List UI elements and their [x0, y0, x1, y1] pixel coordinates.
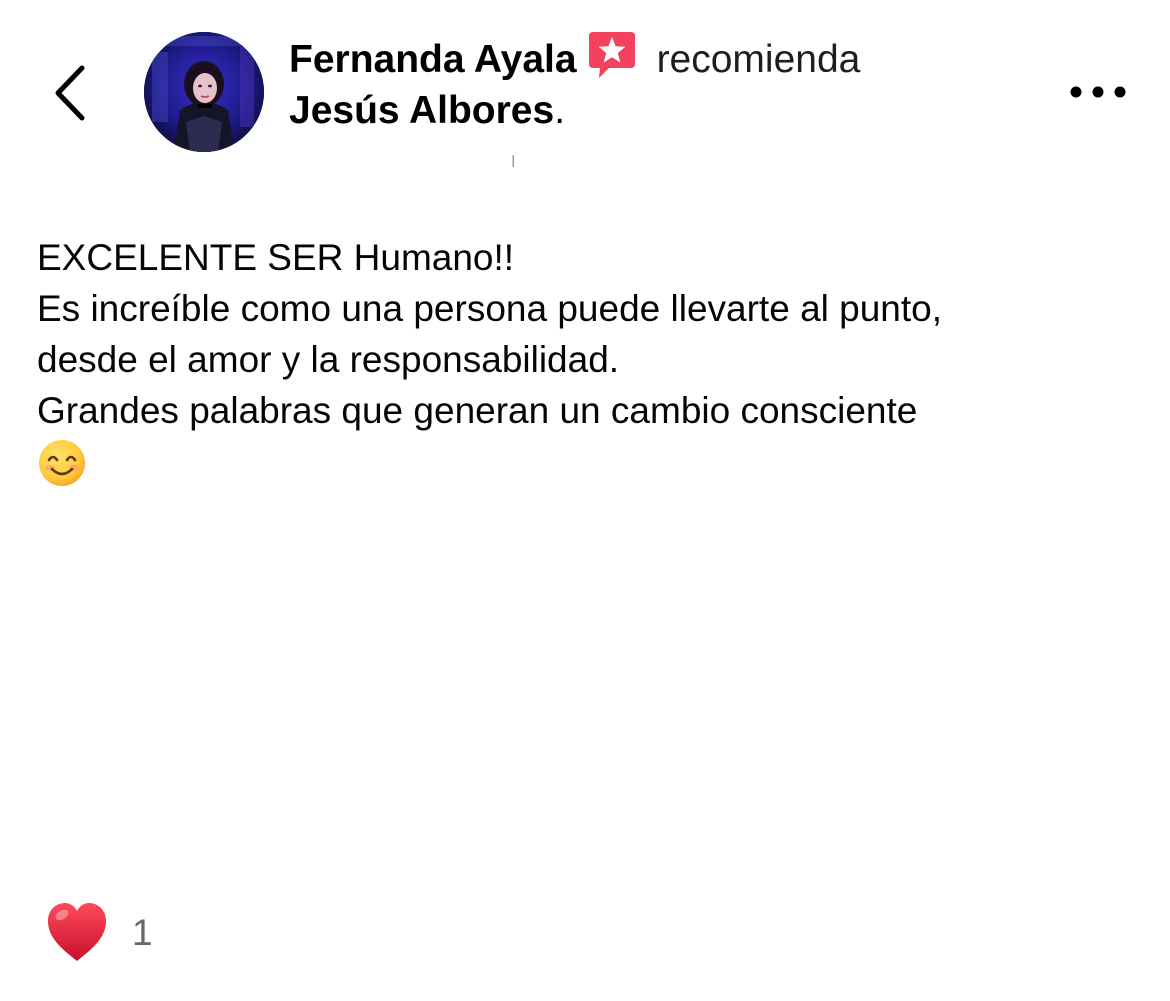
post-text-line: Grandes palabras que generan un cambio c…: [37, 390, 918, 431]
recipient-suffix: .: [554, 89, 566, 132]
divider-mark: [512, 152, 515, 170]
post-text-line: Es increíble como una persona puede llev…: [37, 288, 943, 329]
post-text-line: desde el amor y la responsabilidad.: [37, 339, 620, 380]
avatar[interactable]: [144, 32, 264, 152]
more-options-button[interactable]: [1064, 76, 1134, 108]
chevron-left-icon: [55, 65, 85, 121]
recipient-name[interactable]: Jesús Albores: [289, 89, 554, 132]
author-name[interactable]: Fernanda Ayala: [289, 38, 577, 81]
heart-reaction-icon[interactable]: [44, 899, 110, 965]
back-button[interactable]: [46, 58, 98, 128]
recommendation-header: Fernanda Ayala recomienda: [289, 30, 860, 83]
smiling-face-emoji-icon: [39, 440, 85, 486]
recommendation-target: Jesús Albores.: [289, 88, 565, 134]
avatar-image: [144, 32, 264, 152]
reaction-count[interactable]: 1: [132, 911, 153, 955]
recommendation-star-icon: [587, 30, 637, 80]
post-text-line: EXCELENTE SER Humano!!: [37, 237, 515, 278]
post-text: EXCELENTE SER Humano!! Es increíble como…: [37, 232, 1137, 488]
recommends-text: recomienda: [656, 38, 861, 81]
more-options-icon: [1070, 86, 1126, 98]
